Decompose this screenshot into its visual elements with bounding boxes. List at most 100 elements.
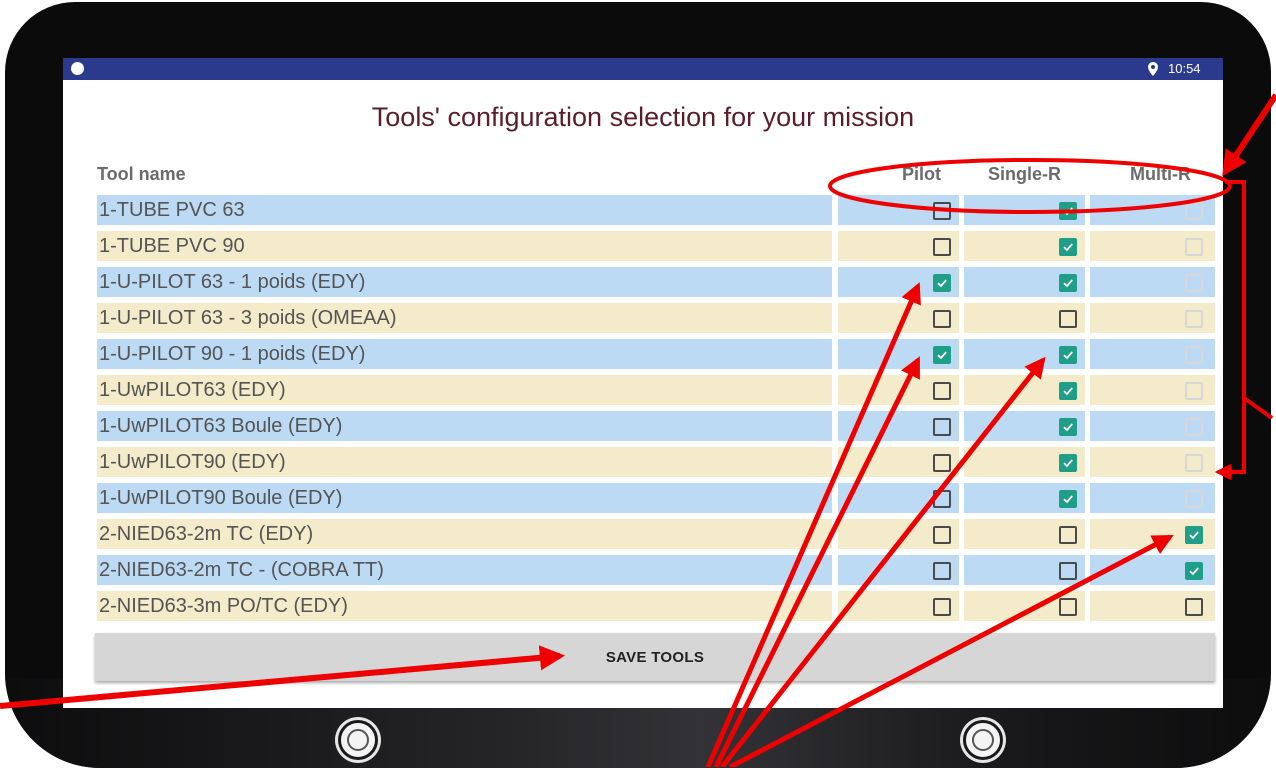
multi-r-checkbox bbox=[1185, 418, 1203, 436]
multi-r-checkbox bbox=[1185, 274, 1203, 292]
pilot-checkbox[interactable] bbox=[933, 238, 951, 256]
pilot-checkbox[interactable] bbox=[933, 310, 951, 328]
single-r-checkbox[interactable] bbox=[1059, 562, 1077, 580]
pilot-checkbox-cell bbox=[838, 411, 959, 441]
multi-r-checkbox-cell bbox=[1090, 483, 1215, 513]
multi-r-checkbox-cell bbox=[1090, 591, 1215, 621]
single-r-checkbox[interactable] bbox=[1059, 346, 1077, 364]
multi-r-checkbox bbox=[1185, 382, 1203, 400]
tool-name: 1-U-PILOT 63 - 3 poids (OMEAA) bbox=[99, 307, 397, 329]
multi-r-checkbox[interactable] bbox=[1185, 562, 1203, 580]
table-row: 1-U-PILOT 63 - 3 poids (OMEAA) bbox=[97, 303, 1215, 333]
single-r-checkbox-cell bbox=[964, 447, 1085, 477]
single-r-checkbox-cell bbox=[964, 267, 1085, 297]
multi-r-checkbox-cell bbox=[1090, 375, 1215, 405]
single-r-checkbox[interactable] bbox=[1059, 418, 1077, 436]
pilot-checkbox-cell bbox=[838, 447, 959, 477]
table-row: 1-UwPILOT63 (EDY) bbox=[97, 375, 1215, 405]
single-r-checkbox-cell bbox=[964, 195, 1085, 225]
pilot-checkbox[interactable] bbox=[933, 382, 951, 400]
single-r-checkbox[interactable] bbox=[1059, 526, 1077, 544]
single-r-checkbox[interactable] bbox=[1059, 202, 1077, 220]
column-header-single-r: Single-R bbox=[988, 164, 1062, 184]
tool-name-cell: 2-NIED63-2m TC - (COBRA TT) bbox=[97, 555, 832, 585]
tablet-frame: 10:54 Tools' configuration selection for… bbox=[5, 2, 1271, 768]
multi-r-checkbox-cell bbox=[1090, 339, 1215, 369]
status-bar: 10:54 bbox=[63, 58, 1223, 80]
multi-r-checkbox-cell bbox=[1090, 519, 1215, 549]
multi-r-checkbox-cell bbox=[1090, 447, 1215, 477]
table-row: 1-TUBE PVC 90 bbox=[97, 231, 1215, 261]
multi-r-checkbox-cell bbox=[1090, 195, 1215, 225]
pilot-checkbox-cell bbox=[838, 519, 959, 549]
tool-name-cell: 1-UwPILOT63 Boule (EDY) bbox=[97, 411, 832, 441]
table-row: 2-NIED63-2m TC (EDY) bbox=[97, 519, 1215, 549]
tool-name: 1-UwPILOT63 Boule (EDY) bbox=[99, 415, 343, 437]
pilot-checkbox-cell bbox=[838, 231, 959, 261]
table-row: 1-U-PILOT 63 - 1 poids (EDY) bbox=[97, 267, 1215, 297]
pilot-checkbox-cell bbox=[838, 303, 959, 333]
pilot-checkbox[interactable] bbox=[933, 418, 951, 436]
multi-r-checkbox bbox=[1185, 454, 1203, 472]
tools-table: 1-TUBE PVC 63 1-TUBE PVC 90 1-U-PILOT 63 -… bbox=[97, 195, 1215, 625]
single-r-checkbox-cell bbox=[964, 411, 1085, 441]
pilot-checkbox[interactable] bbox=[933, 202, 951, 220]
back-nav-button[interactable] bbox=[338, 720, 378, 760]
tool-name: 1-UwPILOT90 (EDY) bbox=[99, 451, 286, 473]
tool-name-cell: 2-NIED63-3m PO/TC (EDY) bbox=[97, 591, 832, 621]
status-time: 10:54 bbox=[1168, 61, 1201, 76]
multi-r-checkbox bbox=[1185, 310, 1203, 328]
multi-r-checkbox bbox=[1185, 202, 1203, 220]
tool-name-cell: 1-UwPILOT63 (EDY) bbox=[97, 375, 832, 405]
column-header-tool-name: Tool name bbox=[97, 164, 186, 184]
pilot-checkbox[interactable] bbox=[933, 454, 951, 472]
tool-name: 1-TUBE PVC 63 bbox=[99, 199, 245, 221]
tool-name-cell: 1-U-PILOT 63 - 3 poids (OMEAA) bbox=[97, 303, 832, 333]
pilot-checkbox[interactable] bbox=[933, 274, 951, 292]
single-r-checkbox[interactable] bbox=[1059, 310, 1077, 328]
pilot-checkbox-cell bbox=[838, 555, 959, 585]
table-row: 1-TUBE PVC 63 bbox=[97, 195, 1215, 225]
single-r-checkbox-cell bbox=[964, 231, 1085, 261]
pilot-checkbox[interactable] bbox=[933, 526, 951, 544]
tool-name: 1-UwPILOT90 Boule (EDY) bbox=[99, 487, 343, 509]
table-row: 1-UwPILOT63 Boule (EDY) bbox=[97, 411, 1215, 441]
single-r-checkbox[interactable] bbox=[1059, 382, 1077, 400]
tool-name: 1-U-PILOT 90 - 1 poids (EDY) bbox=[99, 343, 366, 365]
home-nav-button[interactable] bbox=[963, 720, 1003, 760]
tool-name-cell: 1-TUBE PVC 63 bbox=[97, 195, 832, 225]
app-screen: 10:54 Tools' configuration selection for… bbox=[63, 58, 1223, 708]
single-r-checkbox[interactable] bbox=[1059, 238, 1077, 256]
single-r-checkbox-cell bbox=[964, 375, 1085, 405]
pilot-checkbox[interactable] bbox=[933, 490, 951, 508]
multi-r-checkbox[interactable] bbox=[1185, 598, 1203, 616]
tool-name-cell: 1-U-PILOT 63 - 1 poids (EDY) bbox=[97, 267, 832, 297]
multi-r-checkbox[interactable] bbox=[1185, 526, 1203, 544]
pilot-checkbox-cell bbox=[838, 267, 959, 297]
tool-name-cell: 2-NIED63-2m TC (EDY) bbox=[97, 519, 832, 549]
tool-name: 1-U-PILOT 63 - 1 poids (EDY) bbox=[99, 271, 366, 293]
single-r-checkbox[interactable] bbox=[1059, 598, 1077, 616]
single-r-checkbox[interactable] bbox=[1059, 274, 1077, 292]
pilot-checkbox-cell bbox=[838, 195, 959, 225]
multi-r-checkbox-cell bbox=[1090, 303, 1215, 333]
tool-name: 1-UwPILOT63 (EDY) bbox=[99, 379, 286, 401]
save-tools-button[interactable]: SAVE TOOLS bbox=[95, 633, 1215, 681]
circle-indicator-icon bbox=[71, 62, 84, 75]
single-r-checkbox-cell bbox=[964, 339, 1085, 369]
table-row: 2-NIED63-2m TC - (COBRA TT) bbox=[97, 555, 1215, 585]
tool-name: 2-NIED63-2m TC - (COBRA TT) bbox=[99, 559, 384, 581]
single-r-checkbox-cell bbox=[964, 483, 1085, 513]
pilot-checkbox[interactable] bbox=[933, 346, 951, 364]
single-r-checkbox[interactable] bbox=[1059, 490, 1077, 508]
table-row: 1-U-PILOT 90 - 1 poids (EDY) bbox=[97, 339, 1215, 369]
single-r-checkbox-cell bbox=[964, 519, 1085, 549]
pilot-checkbox[interactable] bbox=[933, 598, 951, 616]
single-r-checkbox-cell bbox=[964, 591, 1085, 621]
multi-r-checkbox-cell bbox=[1090, 231, 1215, 261]
pilot-checkbox-cell bbox=[838, 375, 959, 405]
tool-name-cell: 1-U-PILOT 90 - 1 poids (EDY) bbox=[97, 339, 832, 369]
single-r-checkbox[interactable] bbox=[1059, 454, 1077, 472]
pilot-checkbox[interactable] bbox=[933, 562, 951, 580]
location-pin-icon bbox=[1148, 62, 1158, 76]
